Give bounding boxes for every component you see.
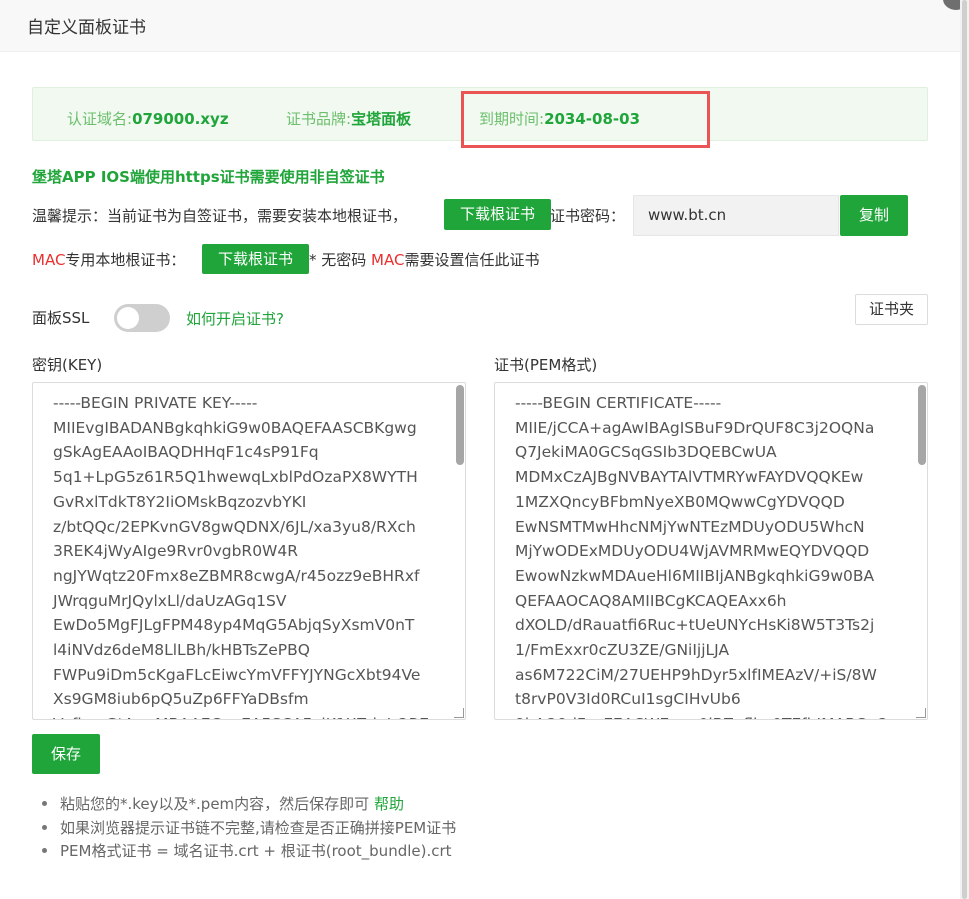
key-content: -----BEGIN PRIVATE KEY----- MIIEvgIBADAN…: [53, 394, 429, 719]
key-scrollbar-thumb[interactable]: [456, 385, 464, 465]
mac-download-root-cert-button[interactable]: 下载根证书: [202, 244, 309, 274]
copy-button[interactable]: 复制: [840, 195, 908, 236]
domain-label: 认证域名:: [67, 110, 133, 128]
dialog-header: 自定义面板证书: [0, 0, 960, 52]
domain-value: 079000.xyz: [132, 110, 229, 128]
cert-scrollbar-thumb[interactable]: [918, 385, 926, 465]
cert-resize-handle[interactable]: [916, 708, 926, 718]
notes-list: 粘贴您的*.key以及*.pem内容，然后保存即可 帮助 如果浏览器提示证书链不…: [40, 793, 456, 864]
download-root-cert-button[interactable]: 下载根证书: [444, 199, 551, 230]
list-item: PEM格式证书 = 域名证书.crt + 根证书(root_bundle).cr…: [40, 840, 456, 864]
cert-folder-button[interactable]: 证书夹: [855, 294, 928, 325]
howto-enable-cert-link[interactable]: 如何开启证书?: [186, 308, 284, 329]
expiry-highlight-box: [461, 91, 710, 148]
note-text: PEM格式证书 = 域名证书.crt + 根证书(root_bundle).cr…: [60, 842, 452, 860]
mac-tail-red: MAC: [371, 251, 405, 269]
brand-info: 证书品牌:宝塔面板: [286, 108, 411, 129]
list-item: 粘贴您的*.key以及*.pem内容，然后保存即可 帮助: [40, 793, 456, 817]
brand-label: 证书品牌:: [286, 110, 352, 128]
cert-textarea[interactable]: -----BEGIN CERTIFICATE----- MIIE/jCCA+ag…: [494, 382, 928, 720]
cert-password-label: 证书密码：: [550, 207, 626, 225]
dialog-title: 自定义面板证书: [27, 18, 146, 38]
list-item: 如果浏览器提示证书链不完整,请检查是否正确拼接PEM证书: [40, 817, 456, 841]
mac-prefix-red: MAC: [32, 251, 66, 269]
note-text: 如果浏览器提示证书链不完整,请检查是否正确拼接PEM证书: [60, 818, 457, 837]
cert-label: 证书(PEM格式): [494, 356, 598, 374]
key-resize-handle[interactable]: [454, 708, 464, 718]
brand-value: 宝塔面板: [351, 110, 412, 128]
ios-warning: 堡塔APP IOS端使用https证书需要使用非自签证书: [32, 168, 385, 186]
key-textarea[interactable]: -----BEGIN PRIVATE KEY----- MIIEvgIBADAN…: [32, 382, 466, 720]
mac-tail-rest: 需要设置信任此证书: [404, 251, 540, 269]
note-text: 粘贴您的*.key以及*.pem内容，然后保存即可: [60, 795, 374, 813]
mac-note: * 无密码 MAC需要设置信任此证书: [309, 249, 539, 270]
mac-root-cert-label: MAC专用本地根证书：: [32, 249, 185, 270]
domain-info: 认证域名:079000.xyz: [67, 108, 229, 129]
page-scrollbar-thumb[interactable]: [962, 0, 967, 899]
mac-prefix-text: 专用本地根证书：: [65, 251, 186, 269]
key-label: 密钥(KEY): [32, 356, 103, 374]
cert-password-field[interactable]: www.bt.cn: [633, 195, 839, 236]
panel-ssl-toggle-knob[interactable]: [117, 307, 139, 329]
save-button[interactable]: 保存: [32, 734, 100, 774]
panel-ssl-label: 面板SSL: [32, 309, 90, 327]
help-link[interactable]: 帮助: [374, 795, 404, 813]
mac-tail-text: * 无密码: [309, 251, 372, 269]
cert-content: -----BEGIN CERTIFICATE----- MIIE/jCCA+ag…: [515, 394, 888, 719]
tip-text: 温馨提示：当前证书为自签证书，需要安装本地根证书，: [32, 207, 408, 225]
